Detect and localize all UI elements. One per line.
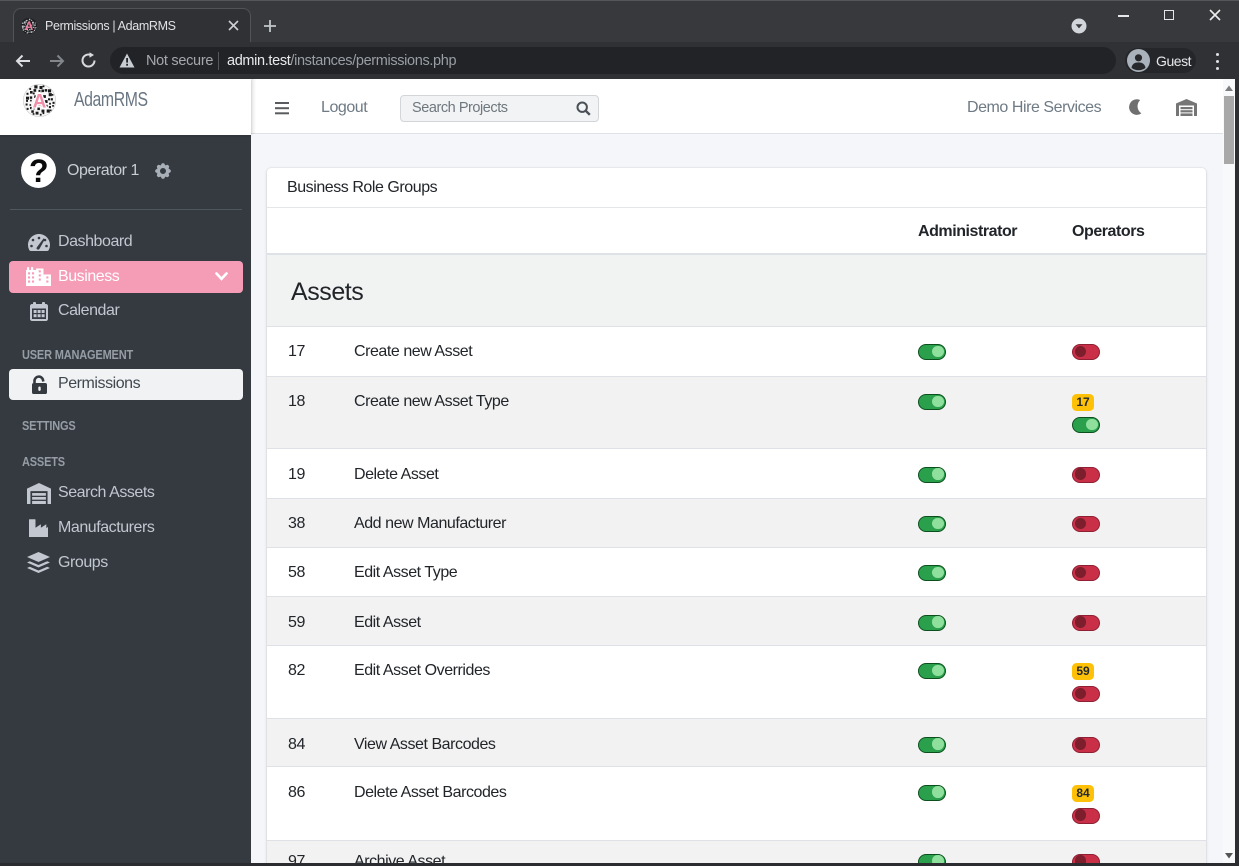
svg-text:A: A bbox=[33, 92, 47, 113]
svg-text:A: A bbox=[25, 21, 33, 33]
